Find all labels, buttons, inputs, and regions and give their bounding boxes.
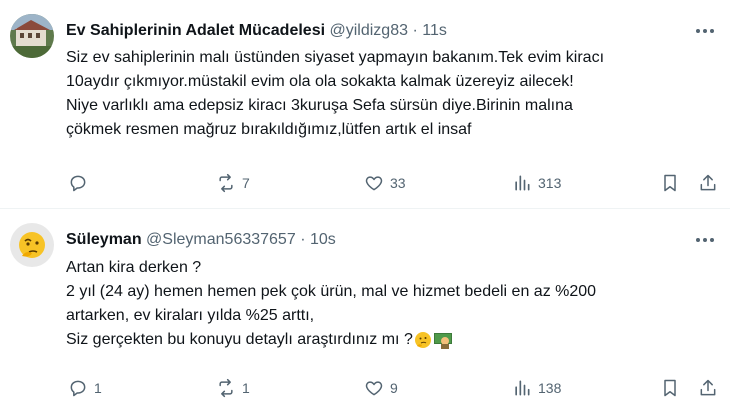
share-button[interactable] [698,375,718,401]
reply-count: 1 [94,380,102,396]
timestamp[interactable]: 10s [310,231,336,248]
view-count: 313 [538,175,562,191]
user-handle[interactable]: @Sleyman56337657 [146,231,296,248]
bookmark-icon [664,379,676,397]
retweet-count: 7 [242,175,250,191]
action-bar: 1 1 9 138 [68,375,718,401]
heart-icon [365,381,383,396]
tweet-header: Ev Sahiplerinin Adalet Mücadelesi @yildi… [66,20,670,42]
view-count: 138 [538,380,562,396]
user-handle[interactable]: @yildizg83 [330,22,409,39]
bookmark-button[interactable] [660,375,680,401]
like-count: 33 [390,175,406,191]
share-button[interactable] [698,170,718,196]
heart-icon [365,176,383,191]
tweet-text-segment: Siz gerçekten bu konuyu detaylı araştırd… [66,331,413,348]
separator-dot: · [300,231,306,248]
views-button[interactable]: 138 [512,375,561,401]
thinking-face-emoji-icon [414,331,431,348]
like-button[interactable]: 33 [364,170,406,196]
bookmark-button[interactable] [660,170,680,196]
retweet-icon [219,173,233,193]
display-name[interactable]: Ev Sahiplerinin Adalet Mücadelesi [66,22,325,39]
like-button[interactable]: 9 [364,375,398,401]
retweet-button[interactable]: 7 [216,170,250,196]
reply-button[interactable] [68,170,94,196]
like-count: 9 [390,380,398,396]
tweet[interactable]: Ev Sahiplerinin Adalet Mücadelesi @yildi… [0,0,730,208]
retweet-icon [219,378,233,398]
tweet-text-line: çökmek resmen mağruz bırakıldığımız,lütf… [66,121,472,138]
tweet-text-line: 10aydır çıkmıyor.müstakil evim ola ola s… [66,73,574,90]
share-icon [700,379,716,396]
more-icon[interactable] [694,231,716,249]
display-name[interactable]: Süleyman [66,231,142,248]
views-icon [515,175,530,191]
avatar[interactable] [10,223,54,267]
tweet-header: Süleyman @Sleyman56337657 · 10s [66,229,670,251]
reply-button[interactable]: 1 [68,375,102,401]
tweet[interactable]: Süleyman @Sleyman56337657 · 10s Artan ki… [0,209,730,420]
tweet-text-line: 2 yıl (24 ay) hemen hemen pek çok ürün, … [66,283,597,300]
more-icon[interactable] [694,22,716,40]
retweet-count: 1 [242,380,250,396]
retweet-button[interactable]: 1 [216,375,250,401]
reply-icon [70,175,86,192]
tweet-text-line: Siz gerçekten bu konuyu detaylı araştırd… [66,328,706,352]
share-icon [700,174,716,191]
action-bar: 7 33 313 [68,170,718,196]
avatar[interactable] [10,14,54,58]
tweet-text-line: Artan kira derken ? [66,259,202,276]
tweet-text: Artan kira derken ? 2 yıl (24 ay) hemen … [66,256,706,352]
views-button[interactable]: 313 [512,170,561,196]
tweet-text-line: Niye varlıklı ama edepsiz kiracı 3kuruşa… [66,97,573,114]
timestamp[interactable]: 11s [422,22,447,39]
tweet-text-line: artarken, ev kiraları yılda %25 arttı, [66,307,315,324]
views-icon [515,380,530,396]
bookmark-icon [664,174,676,192]
separator-dot: · [412,22,418,39]
teacher-emoji-icon [433,332,452,349]
tweet-text: Siz ev sahiplerinin malı üstünden siyase… [66,46,706,142]
reply-icon [70,380,86,397]
tweet-text-line: Siz ev sahiplerinin malı üstünden siyase… [66,49,605,66]
